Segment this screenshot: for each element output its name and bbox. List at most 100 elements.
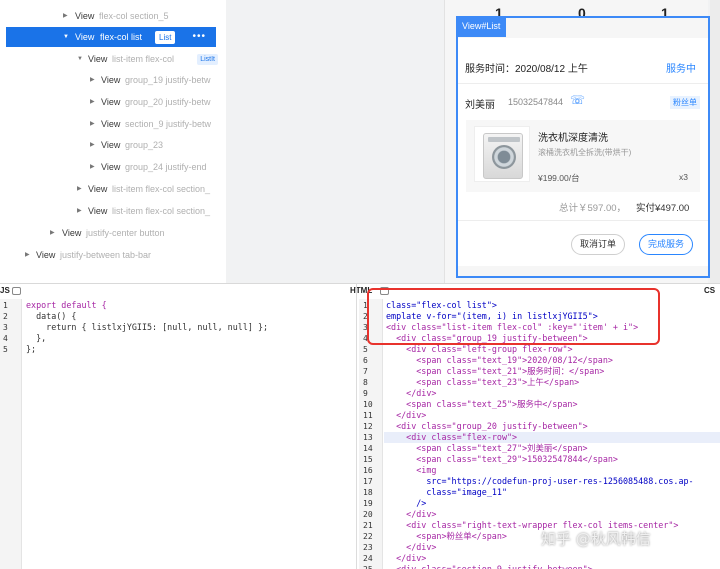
caret-right-icon[interactable]: ▶: [90, 70, 95, 90]
highlight-box: [367, 288, 660, 345]
line-number: 12: [363, 421, 373, 432]
line-number: 11: [363, 410, 373, 421]
line-number: 2: [3, 311, 8, 322]
tree-item-class: flex-col list: [100, 27, 142, 47]
line-number: 1: [3, 300, 8, 311]
caret-right-icon[interactable]: ▶: [90, 92, 95, 112]
canvas-background: [226, 0, 444, 283]
css-panel-title: CS: [704, 284, 715, 298]
code-line: },: [26, 333, 346, 344]
tree-item-section9[interactable]: ▶ View section_9 justify-betw: [0, 114, 230, 134]
watermark: 知乎 @秋风韩信: [541, 528, 651, 549]
line-number: 7: [363, 366, 368, 377]
tree-item-type: View: [62, 223, 81, 243]
line-number: 9: [363, 388, 368, 399]
tree-item-class: group_20 justify-betw: [125, 92, 211, 112]
caret-down-icon[interactable]: ▼: [63, 27, 69, 47]
tree-item-group24[interactable]: ▶ View group_24 justify-end: [0, 157, 230, 177]
tree-item-button[interactable]: ▶ View justify-center button: [0, 223, 230, 243]
tree-item-type: View: [101, 92, 120, 112]
tree-item-type: View: [101, 157, 120, 177]
line-number: 5: [363, 344, 368, 355]
code-line: </div>: [386, 410, 720, 421]
line-number: 5: [3, 344, 8, 355]
tree-item-type: View: [101, 70, 120, 90]
code-line: <span class="text_29">15032547844</span>: [386, 454, 720, 465]
code-line: <img: [386, 465, 720, 476]
phone-preview: 1 0 1 服务时间：2020/08/12 上午 服务中 刘美丽 1503254…: [444, 0, 708, 283]
tree-item-type: View: [75, 6, 94, 26]
line-number: 4: [3, 333, 8, 344]
code-line: <div class="flex-row">: [386, 432, 720, 443]
layer-tree: ▶ View flex-col section_5 ▼ View flex-co…: [0, 0, 230, 283]
code-line: </div>: [386, 388, 720, 399]
caret-right-icon[interactable]: ▶: [77, 201, 82, 221]
tree-item-list-item-2[interactable]: ▶ View list-item flex-col section_: [0, 179, 230, 199]
tree-item-class: group_24 justify-end: [125, 157, 207, 177]
line-number: 20: [363, 509, 373, 520]
line-number: 17: [363, 476, 373, 487]
code-line: <div class="group_20 justify-between">: [386, 421, 720, 432]
code-line: };: [26, 344, 346, 355]
expand-icon[interactable]: [12, 287, 21, 295]
component-badge: List: [155, 31, 175, 44]
canvas-scrollbar[interactable]: [710, 0, 720, 283]
tree-item-group19[interactable]: ▶ View group_19 justify-betw: [0, 70, 230, 90]
line-number: 15: [363, 454, 373, 465]
tree-item-section5[interactable]: ▶ View flex-col section_5: [0, 6, 230, 26]
tree-item-list-item[interactable]: ▼ View list-item flex-col ListIt: [0, 49, 230, 69]
js-panel-title: JS: [0, 284, 10, 298]
line-number: 10: [363, 399, 373, 410]
code-line: />: [386, 498, 720, 509]
tree-item-list[interactable]: ▼ View flex-col list List •••: [6, 27, 216, 47]
tree-item-group20[interactable]: ▶ View group_20 justify-betw: [0, 92, 230, 112]
tree-item-group23[interactable]: ▶ View group_23: [0, 135, 230, 155]
more-options-icon[interactable]: •••: [192, 27, 206, 47]
code-line: data() {: [26, 311, 346, 322]
tree-item-tab-bar[interactable]: ▶ View justify-between tab-bar: [0, 245, 230, 265]
line-number: 3: [3, 322, 8, 333]
line-number: 24: [363, 553, 373, 564]
line-number: 14: [363, 443, 373, 454]
caret-right-icon[interactable]: ▶: [50, 223, 55, 243]
code-line: <span class="text_21">服务时间：</span>: [386, 366, 720, 377]
code-line: export default {: [26, 300, 346, 311]
tree-item-class: list-item flex-col: [112, 49, 174, 69]
caret-down-icon[interactable]: ▼: [77, 49, 83, 69]
line-number: 16: [363, 465, 373, 476]
tree-item-class: group_23: [125, 135, 163, 155]
design-canvas: 1 0 1 服务时间：2020/08/12 上午 服务中 刘美丽 1503254…: [444, 0, 720, 283]
caret-right-icon[interactable]: ▶: [63, 6, 68, 26]
tree-item-type: View: [88, 201, 107, 221]
code-line: <div class="section_9 justify-between">: [386, 564, 720, 569]
line-number: 13: [363, 432, 373, 443]
line-number: 25: [363, 564, 373, 569]
caret-right-icon[interactable]: ▶: [25, 245, 30, 265]
caret-right-icon[interactable]: ▶: [77, 179, 82, 199]
code-line: <span class="text_23">上午</span>: [386, 377, 720, 388]
code-line: <div class="left-group flex-row">: [386, 344, 720, 355]
code-line: </div>: [386, 509, 720, 520]
caret-right-icon[interactable]: ▶: [90, 157, 95, 177]
caret-right-icon[interactable]: ▶: [90, 114, 95, 134]
line-number: 8: [363, 377, 368, 388]
code-line: <span class="text_19">2020/08/12</span>: [386, 355, 720, 366]
code-line: src="https://codefun-proj-user-res-12560…: [386, 476, 720, 487]
line-number: 6: [363, 355, 368, 366]
selected-view-label: View#List: [456, 16, 506, 37]
code-line: return { listlxjYGII5: [null, null, null…: [26, 322, 346, 333]
panel-divider[interactable]: [356, 283, 357, 569]
line-number: 23: [363, 542, 373, 553]
code-line: </div>: [386, 553, 720, 564]
tree-item-class: group_19 justify-betw: [125, 70, 211, 90]
tree-item-type: View: [88, 179, 107, 199]
tree-item-class: flex-col section_5: [99, 6, 169, 26]
caret-right-icon[interactable]: ▶: [90, 135, 95, 155]
code-line: class="image_11": [386, 487, 720, 498]
tree-item-type: View: [101, 135, 120, 155]
tree-item-class: list-item flex-col section_: [112, 179, 210, 199]
tree-item-list-item-3[interactable]: ▶ View list-item flex-col section_: [0, 201, 230, 221]
tree-item-type: View: [88, 49, 107, 69]
component-badge: ListIt: [197, 54, 218, 65]
tree-item-class: list-item flex-col section_: [112, 201, 210, 221]
